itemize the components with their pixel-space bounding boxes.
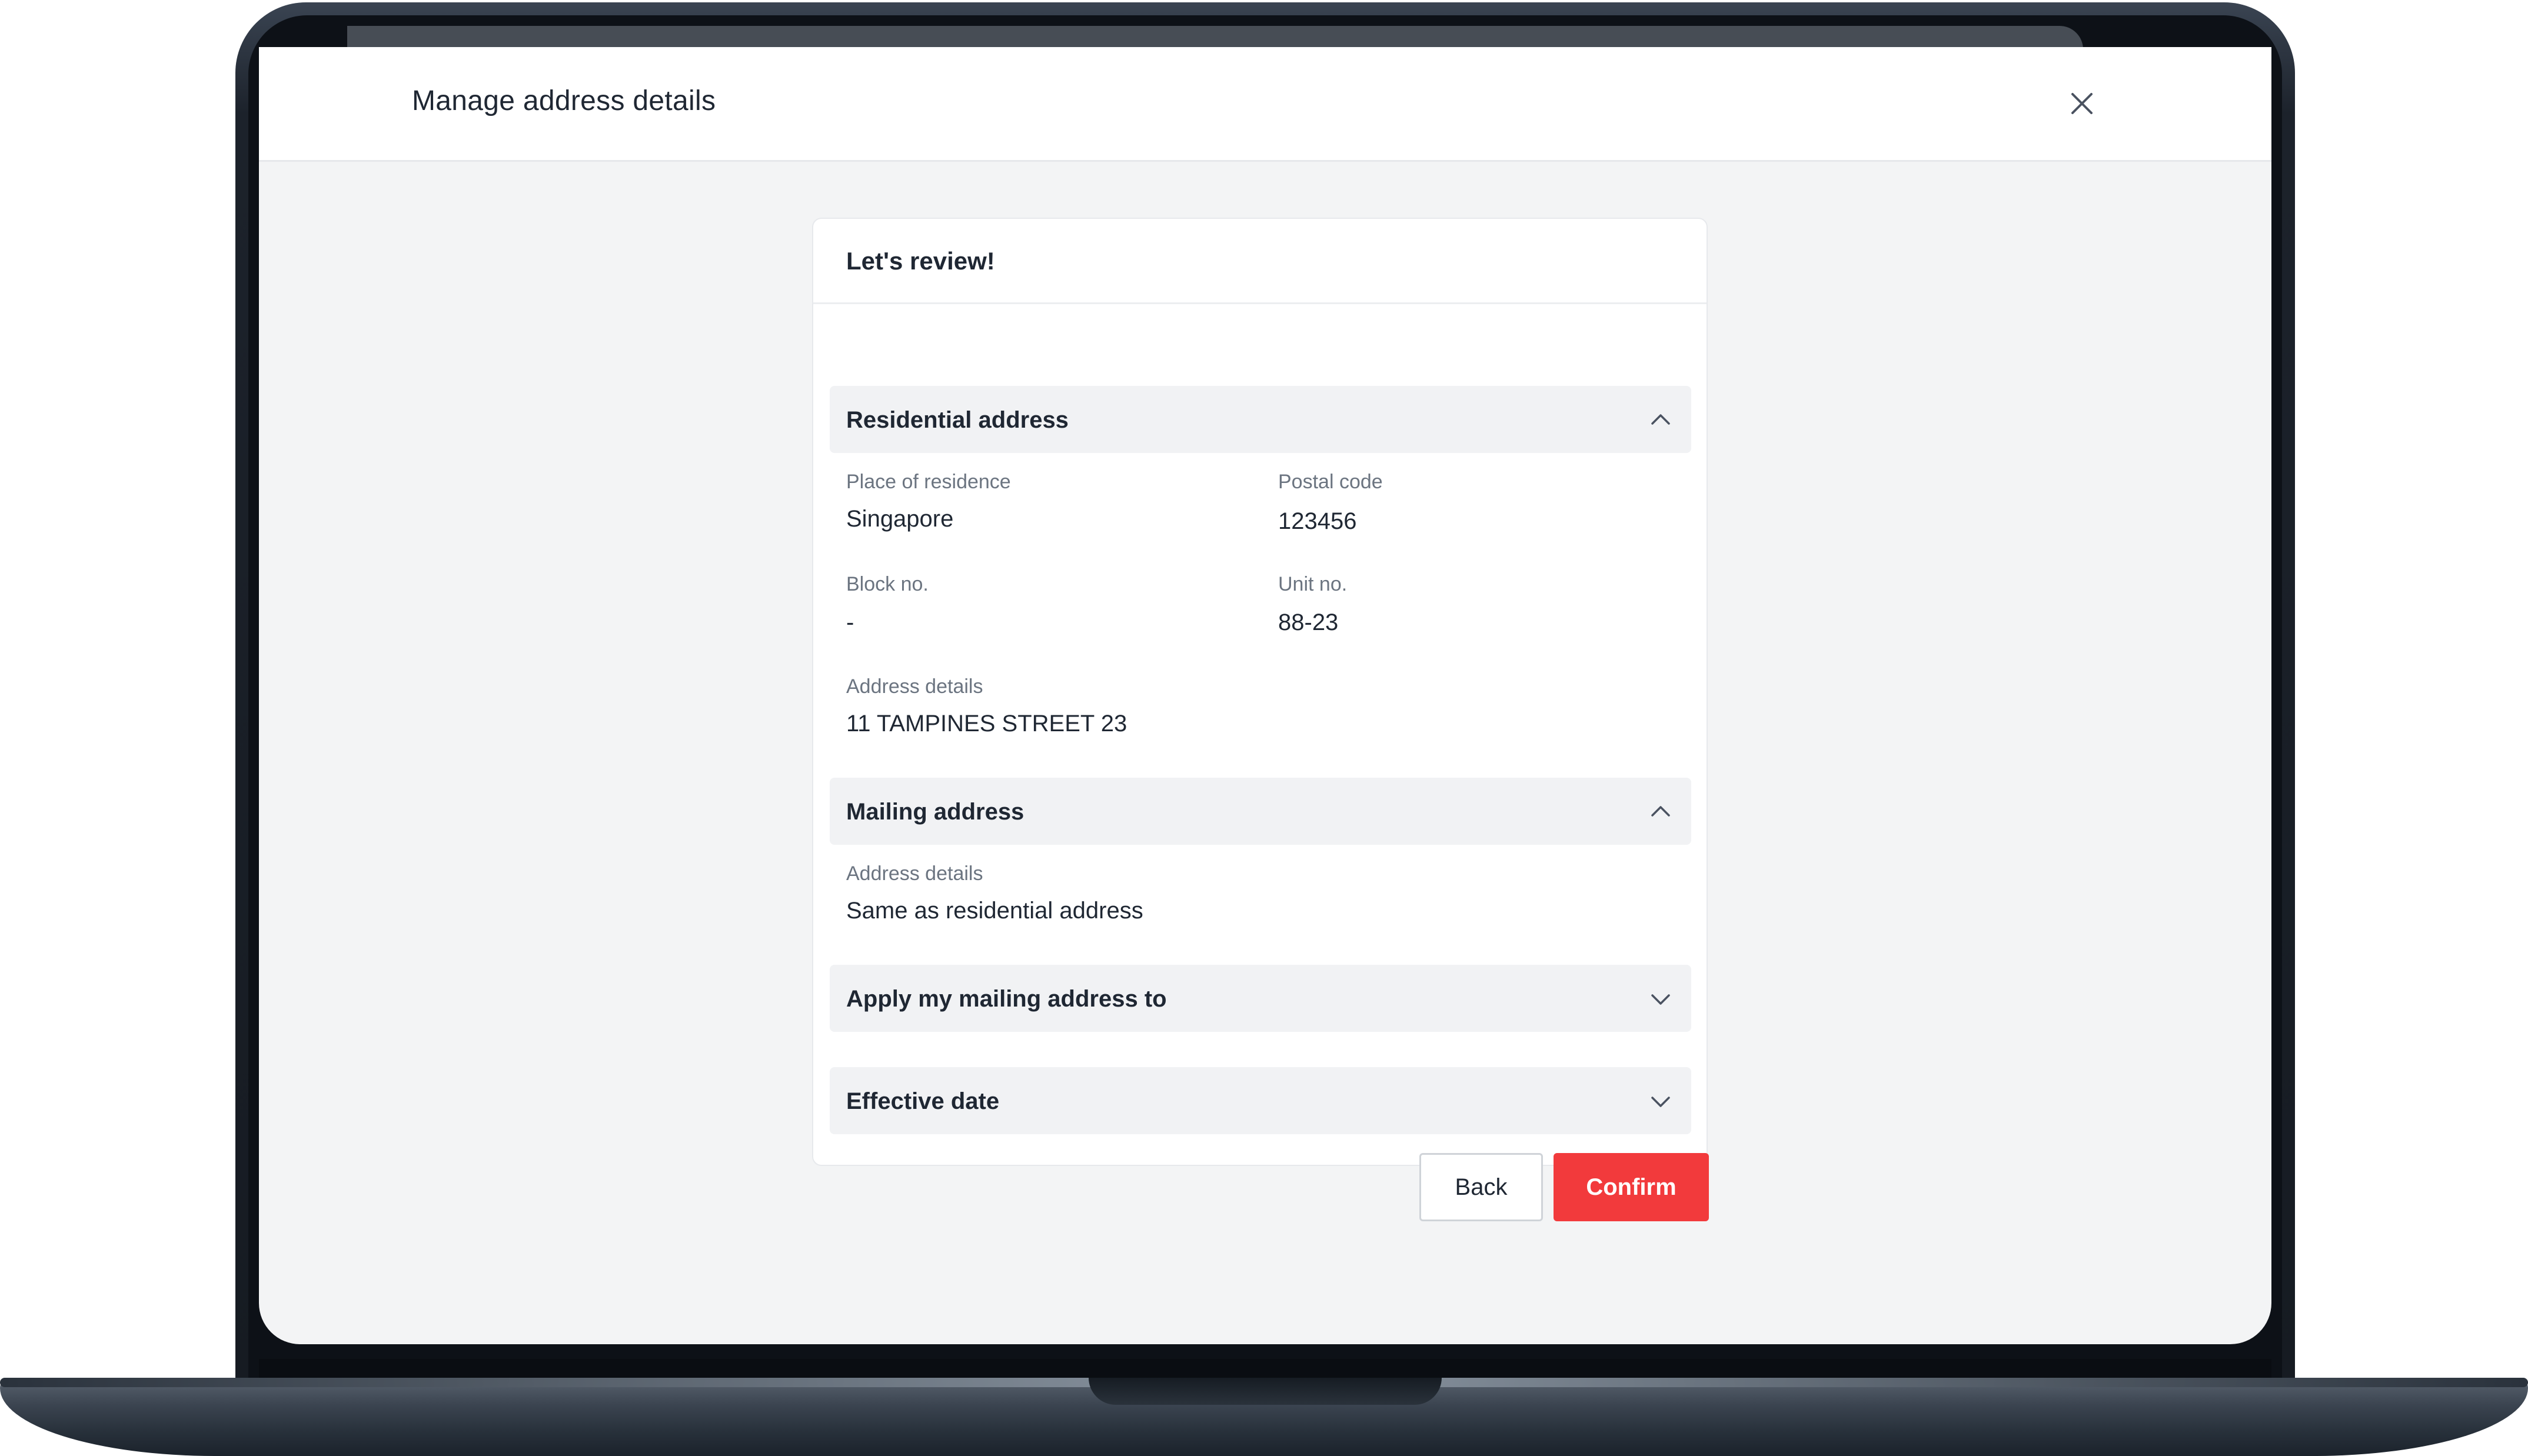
close-button[interactable] bbox=[2064, 86, 2100, 121]
mailing-address-details-value: Same as residential address bbox=[846, 898, 1143, 924]
chevron-down-icon bbox=[1651, 994, 1670, 1005]
address-details-value: 11 TAMPINES STREET 23 bbox=[846, 711, 1127, 737]
unit-no-value: 88-23 bbox=[1278, 609, 1339, 635]
mailing-address-header[interactable]: Mailing address bbox=[830, 778, 1691, 845]
mailing-address-details-label: Address details bbox=[846, 862, 983, 885]
modal-title: Manage address details bbox=[412, 85, 716, 116]
card-divider bbox=[813, 302, 1707, 304]
review-card: Let's review! Residential address Place … bbox=[812, 218, 1708, 1166]
block-no-label: Block no. bbox=[846, 573, 929, 595]
section-label: Residential address bbox=[846, 407, 1069, 433]
postal-code-label: Postal code bbox=[1278, 471, 1383, 493]
chevron-up-icon bbox=[1651, 414, 1670, 425]
confirm-button[interactable]: Confirm bbox=[1554, 1153, 1709, 1221]
apply-mailing-address-header[interactable]: Apply my mailing address to bbox=[830, 965, 1691, 1032]
unit-no-label: Unit no. bbox=[1278, 573, 1348, 595]
review-heading: Let's review! bbox=[846, 247, 995, 275]
section-label: Effective date bbox=[846, 1088, 1000, 1114]
laptop-hinge-notch bbox=[1089, 1378, 1442, 1405]
back-button[interactable]: Back bbox=[1419, 1153, 1543, 1221]
section-label: Mailing address bbox=[846, 799, 1024, 825]
close-icon bbox=[2071, 93, 2093, 114]
address-details-label: Address details bbox=[846, 675, 983, 698]
chevron-up-icon bbox=[1651, 806, 1670, 817]
bezel-top-strip bbox=[347, 26, 2083, 49]
section-label: Apply my mailing address to bbox=[846, 986, 1167, 1012]
place-of-residence-value: Singapore bbox=[846, 506, 954, 532]
postal-code-value: 123456 bbox=[1278, 508, 1357, 534]
effective-date-header[interactable]: Effective date bbox=[830, 1067, 1691, 1134]
screen-bottom-bezel bbox=[259, 1359, 2271, 1378]
residential-address-header[interactable]: Residential address bbox=[830, 386, 1691, 453]
place-of-residence-label: Place of residence bbox=[846, 471, 1011, 493]
chevron-down-icon bbox=[1651, 1097, 1670, 1107]
laptop-screen: Manage address details Let's review! Res… bbox=[259, 47, 2271, 1344]
modal-header: Manage address details bbox=[259, 47, 2271, 162]
block-no-value: - bbox=[846, 609, 854, 635]
